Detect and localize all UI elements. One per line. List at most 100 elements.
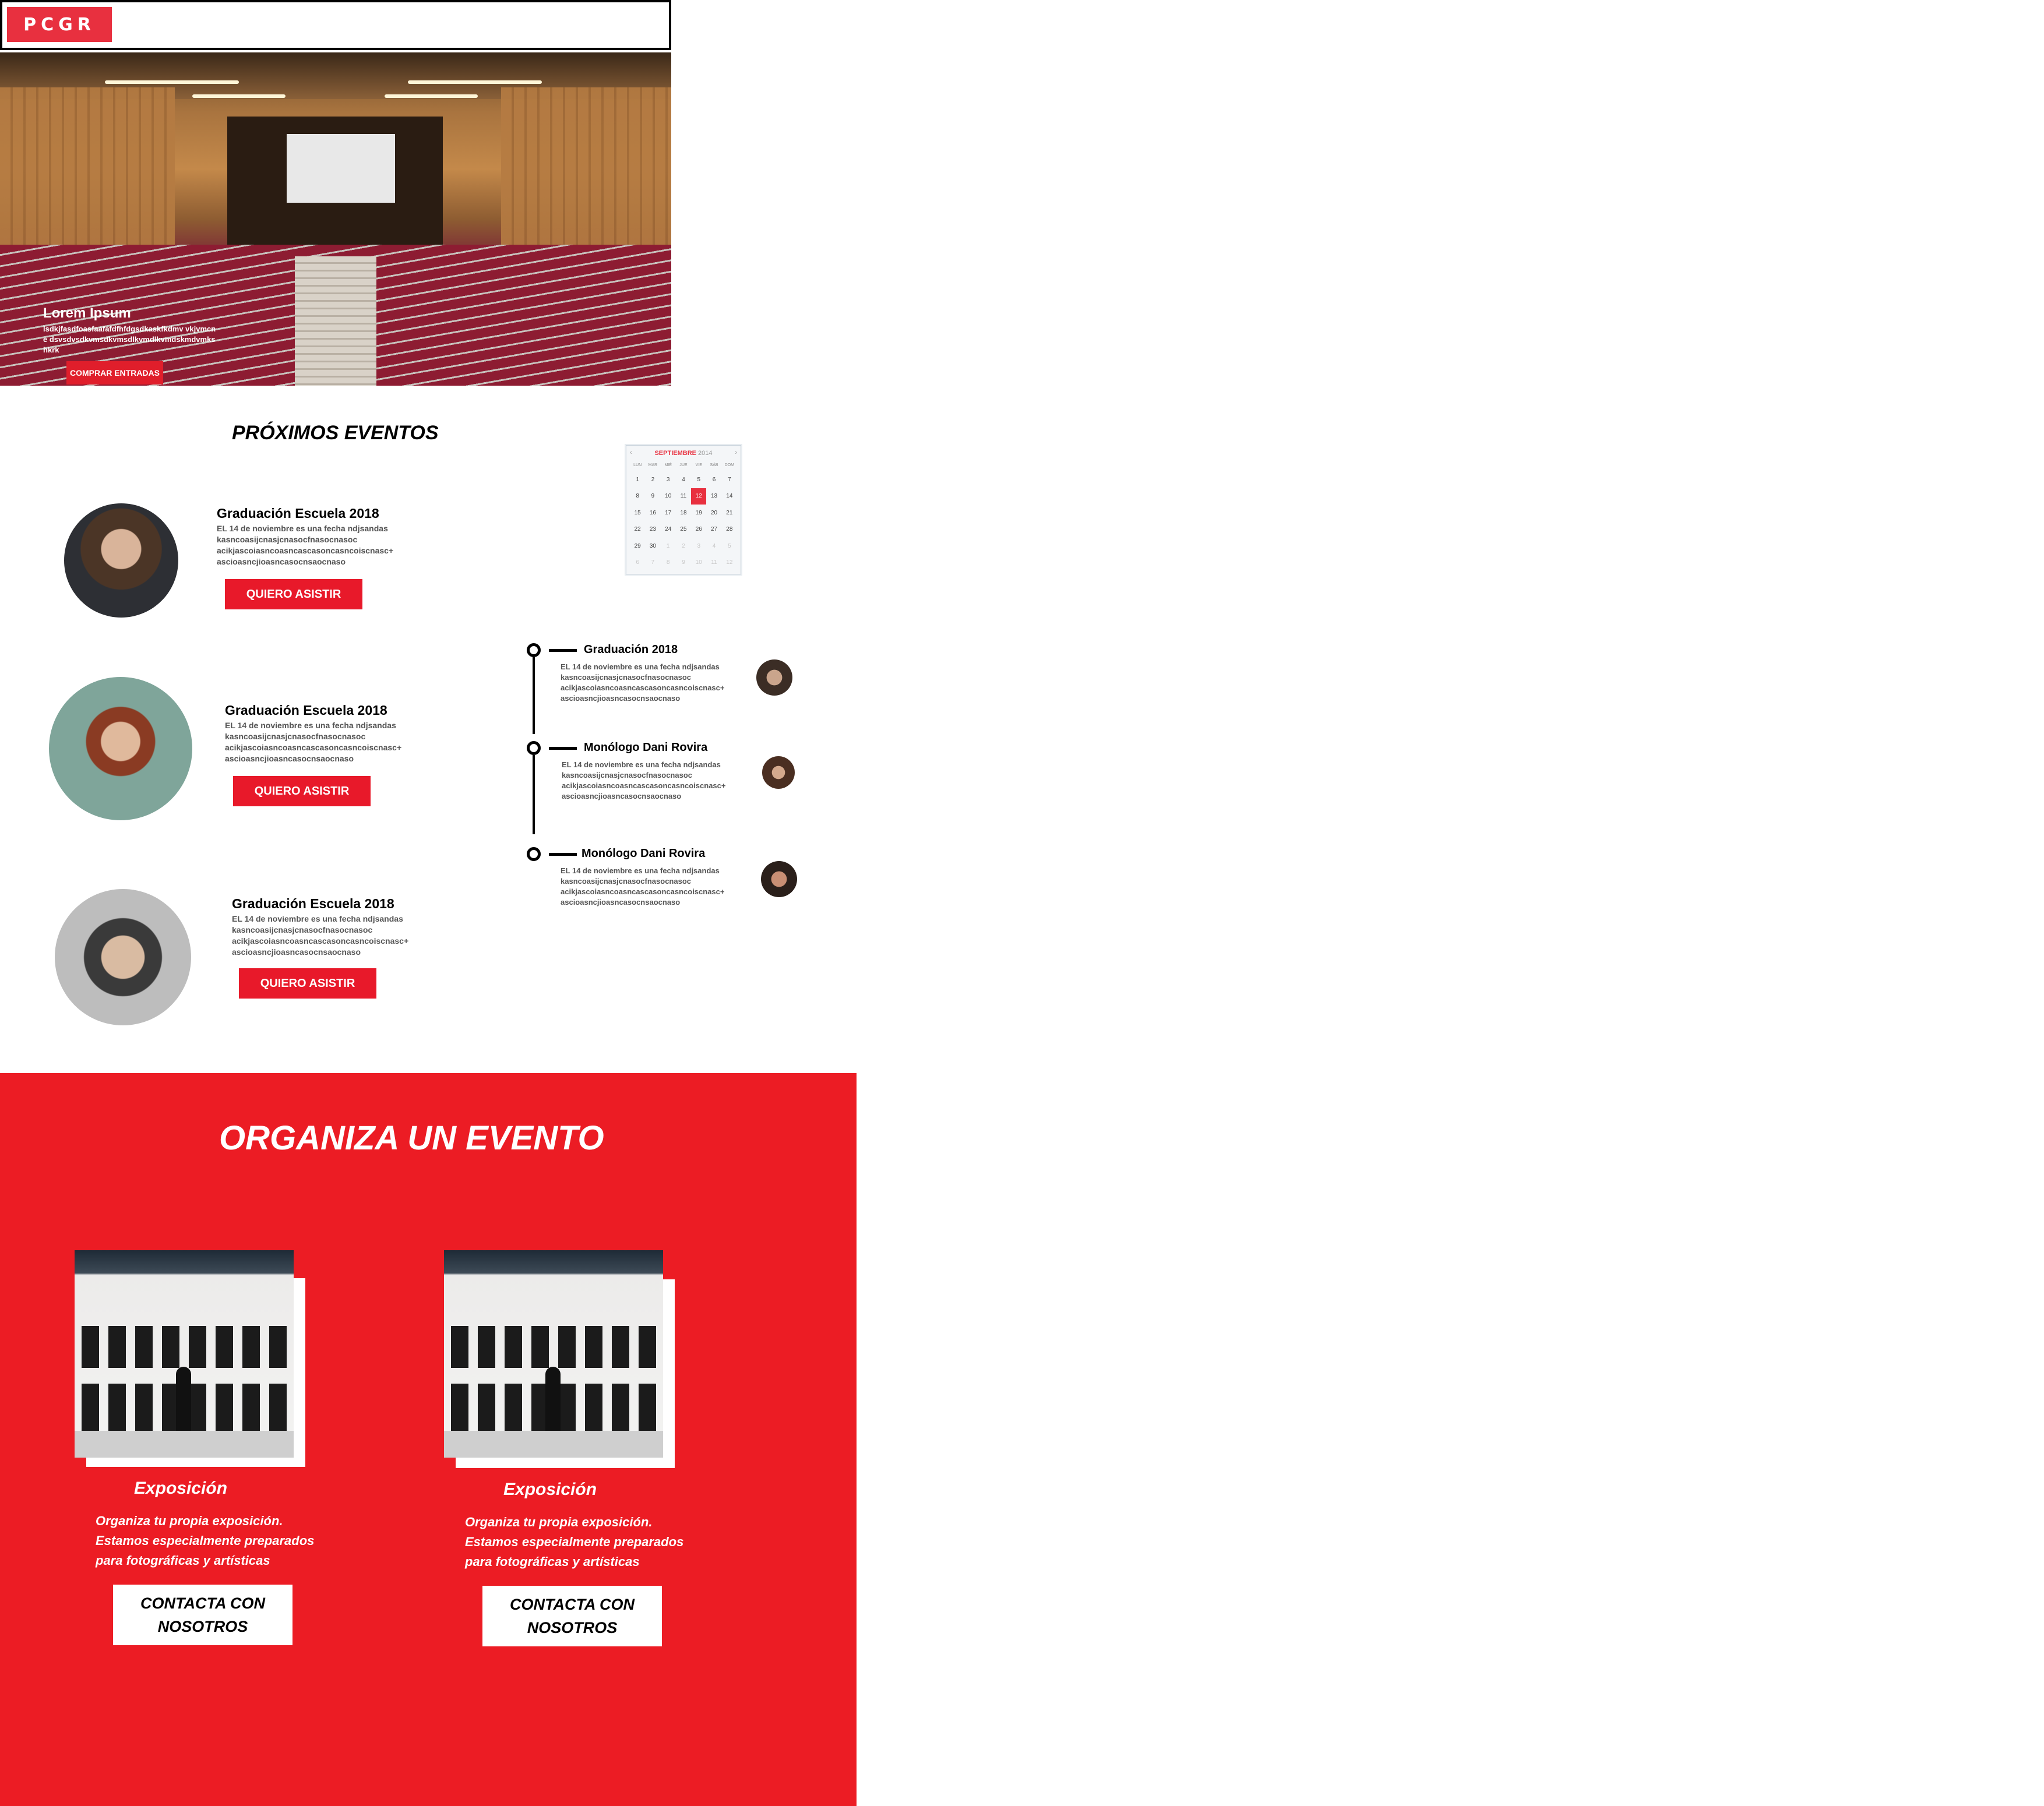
timeline-connector: [549, 747, 577, 750]
calendar-day[interactable]: 24: [661, 521, 676, 538]
contact-us-button[interactable]: CONTACTA CON NOSOTROS: [113, 1585, 292, 1645]
organize-event-title: ORGANIZA UN EVENTO: [219, 1119, 604, 1157]
timeline-description-line: acikjascoiasncoasncascasoncasncoiscnasc+: [562, 781, 726, 790]
calendar-day[interactable]: 1: [661, 538, 676, 555]
event-description-line: kasncoasijcnasjcnasocfnasocnasoc: [217, 535, 358, 544]
card-text-line: Estamos especialmente preparados: [465, 1535, 684, 1549]
event-avatar: [55, 889, 191, 1025]
timeline-title: Monólogo Dani Rovira: [584, 741, 708, 754]
calendar-month: SEPTIEMBRE: [654, 450, 696, 457]
card-text-line: para fotográficas y artísticas: [96, 1553, 270, 1568]
calendar-day[interactable]: 11: [706, 555, 721, 572]
timeline-description-line: EL 14 de noviembre es una fecha ndjsanda…: [561, 662, 720, 671]
contact-us-button-label: CONTACTA CON: [510, 1596, 635, 1613]
calendar-day[interactable]: 3: [691, 538, 706, 555]
hero-image-light: [408, 80, 542, 84]
timeline-description-line: ascioasncjioasncasocnsaocnaso: [561, 898, 681, 906]
event-description: EL 14 de noviembre es una fecha ndjsanda…: [217, 523, 393, 567]
calendar-day[interactable]: 23: [645, 521, 660, 538]
calendar-day[interactable]: 3: [661, 471, 676, 488]
calendar-day[interactable]: 5: [722, 538, 737, 555]
attend-button[interactable]: QUIERO ASISTIR: [239, 968, 376, 999]
calendar-day[interactable]: 8: [630, 488, 645, 505]
calendar-day[interactable]: 5: [691, 471, 706, 488]
hero-image-light: [105, 80, 239, 84]
event-title: Graduación Escuela 2018: [232, 896, 394, 911]
calendar-header: SEPTIEMBRE 2014: [626, 446, 741, 461]
calendar-day[interactable]: 13: [706, 488, 721, 505]
timeline-description-line: ascioasncjioasncasocnsaocnaso: [561, 694, 681, 703]
attend-button[interactable]: QUIERO ASISTIR: [233, 776, 371, 806]
timeline-avatar: [762, 756, 795, 789]
calendar-day[interactable]: 29: [630, 538, 645, 555]
card-text-line: Organiza tu propia exposición.: [465, 1515, 653, 1529]
calendar-next-icon[interactable]: ›: [735, 449, 737, 456]
calendar-day[interactable]: 16: [645, 505, 660, 521]
calendar-day[interactable]: 15: [630, 505, 645, 521]
calendar-day[interactable]: 12: [722, 555, 737, 572]
calendar-weekdays: LUN MAR MIÉ JUE VIE SÁB DOM: [630, 463, 737, 467]
timeline-description-line: acikjascoiasncoasncascasoncasncoiscnasc+: [561, 887, 725, 896]
timeline-connector: [549, 649, 577, 652]
timeline-avatar: [756, 659, 792, 696]
calendar-day[interactable]: 6: [630, 555, 645, 572]
calendar-day[interactable]: 1: [630, 471, 645, 488]
calendar-day[interactable]: 2: [676, 538, 691, 555]
calendar-day[interactable]: 7: [645, 555, 660, 572]
calendar-day[interactable]: 28: [722, 521, 737, 538]
calendar-weekday: JUE: [679, 463, 688, 467]
timeline-connector: [549, 853, 577, 856]
timeline-line: [533, 657, 535, 734]
calendar-day[interactable]: 17: [661, 505, 676, 521]
timeline-description-line: kasncoasijcnasjcnasocfnasocnasoc: [561, 877, 692, 886]
event-avatar: [64, 503, 178, 618]
event-title: Graduación Escuela 2018: [225, 703, 387, 718]
event-description: EL 14 de noviembre es una fecha ndjsanda…: [232, 913, 408, 958]
event-description: EL 14 de noviembre es una fecha ndjsanda…: [225, 720, 401, 764]
calendar-day[interactable]: 25: [676, 521, 691, 538]
contact-us-button-label: NOSOTROS: [527, 1619, 618, 1636]
site-logo[interactable]: PCGR: [7, 7, 112, 42]
calendar-days: 1 2 3 4 5 6 7 8 9 10 11 12 13 14 15 16 17 18 19 20 21 22 23 24 2…: [630, 471, 737, 571]
timeline-description-line: ascioasncjioasncasocnsaocnaso: [562, 792, 682, 800]
timeline-description: EL 14 de noviembre es una fecha ndjsanda…: [562, 760, 726, 802]
calendar-day[interactable]: 26: [691, 521, 706, 538]
calendar-day[interactable]: 14: [722, 488, 737, 505]
calendar-day[interactable]: 22: [630, 521, 645, 538]
calendar-day[interactable]: 10: [691, 555, 706, 572]
calendar-day[interactable]: 6: [706, 471, 721, 488]
calendar-day[interactable]: 10: [661, 488, 676, 505]
calendar-year: 2014: [698, 450, 713, 457]
timeline-description-line: EL 14 de noviembre es una fecha ndjsanda…: [562, 760, 721, 769]
attend-button[interactable]: QUIERO ASISTIR: [225, 579, 362, 609]
event-description-line: kasncoasijcnasjcnasocfnasocnasoc: [225, 732, 366, 741]
calendar-day[interactable]: 8: [661, 555, 676, 572]
timeline-description-line: acikjascoiasncoasncascasoncasncoiscnasc+: [561, 683, 725, 692]
calendar-day[interactable]: 2: [645, 471, 660, 488]
timeline-description: EL 14 de noviembre es una fecha ndjsanda…: [561, 662, 725, 704]
buy-tickets-button[interactable]: COMPRAR ENTRADAS: [66, 361, 163, 385]
calendar-day[interactable]: 18: [676, 505, 691, 521]
contact-us-button[interactable]: CONTACTA CON NOSOTROS: [482, 1586, 662, 1646]
calendar-day[interactable]: 21: [722, 505, 737, 521]
calendar-day[interactable]: 19: [691, 505, 706, 521]
calendar-day[interactable]: 9: [676, 555, 691, 572]
upcoming-events-title: PRÓXIMOS EVENTOS: [232, 422, 439, 444]
event-description-line: ascioasncjioasncasocnsaocnaso: [217, 557, 346, 566]
calendar-day[interactable]: 7: [722, 471, 737, 488]
calendar-day[interactable]: 27: [706, 521, 721, 538]
calendar-day[interactable]: 30: [645, 538, 660, 555]
hero-image-aisle: [295, 256, 376, 386]
card-photo: [75, 1250, 294, 1458]
timeline-line: [533, 755, 535, 834]
hero-image-light: [192, 94, 286, 98]
calendar-day[interactable]: 20: [706, 505, 721, 521]
calendar-weekday: SÁB: [710, 463, 718, 467]
calendar-day[interactable]: 4: [676, 471, 691, 488]
card-photo-person: [176, 1367, 191, 1437]
calendar-day[interactable]: 4: [706, 538, 721, 555]
timeline-dot: [527, 847, 541, 861]
calendar-day-selected[interactable]: 12: [691, 488, 707, 505]
calendar-day[interactable]: 9: [645, 488, 660, 505]
calendar-day[interactable]: 11: [676, 488, 691, 505]
